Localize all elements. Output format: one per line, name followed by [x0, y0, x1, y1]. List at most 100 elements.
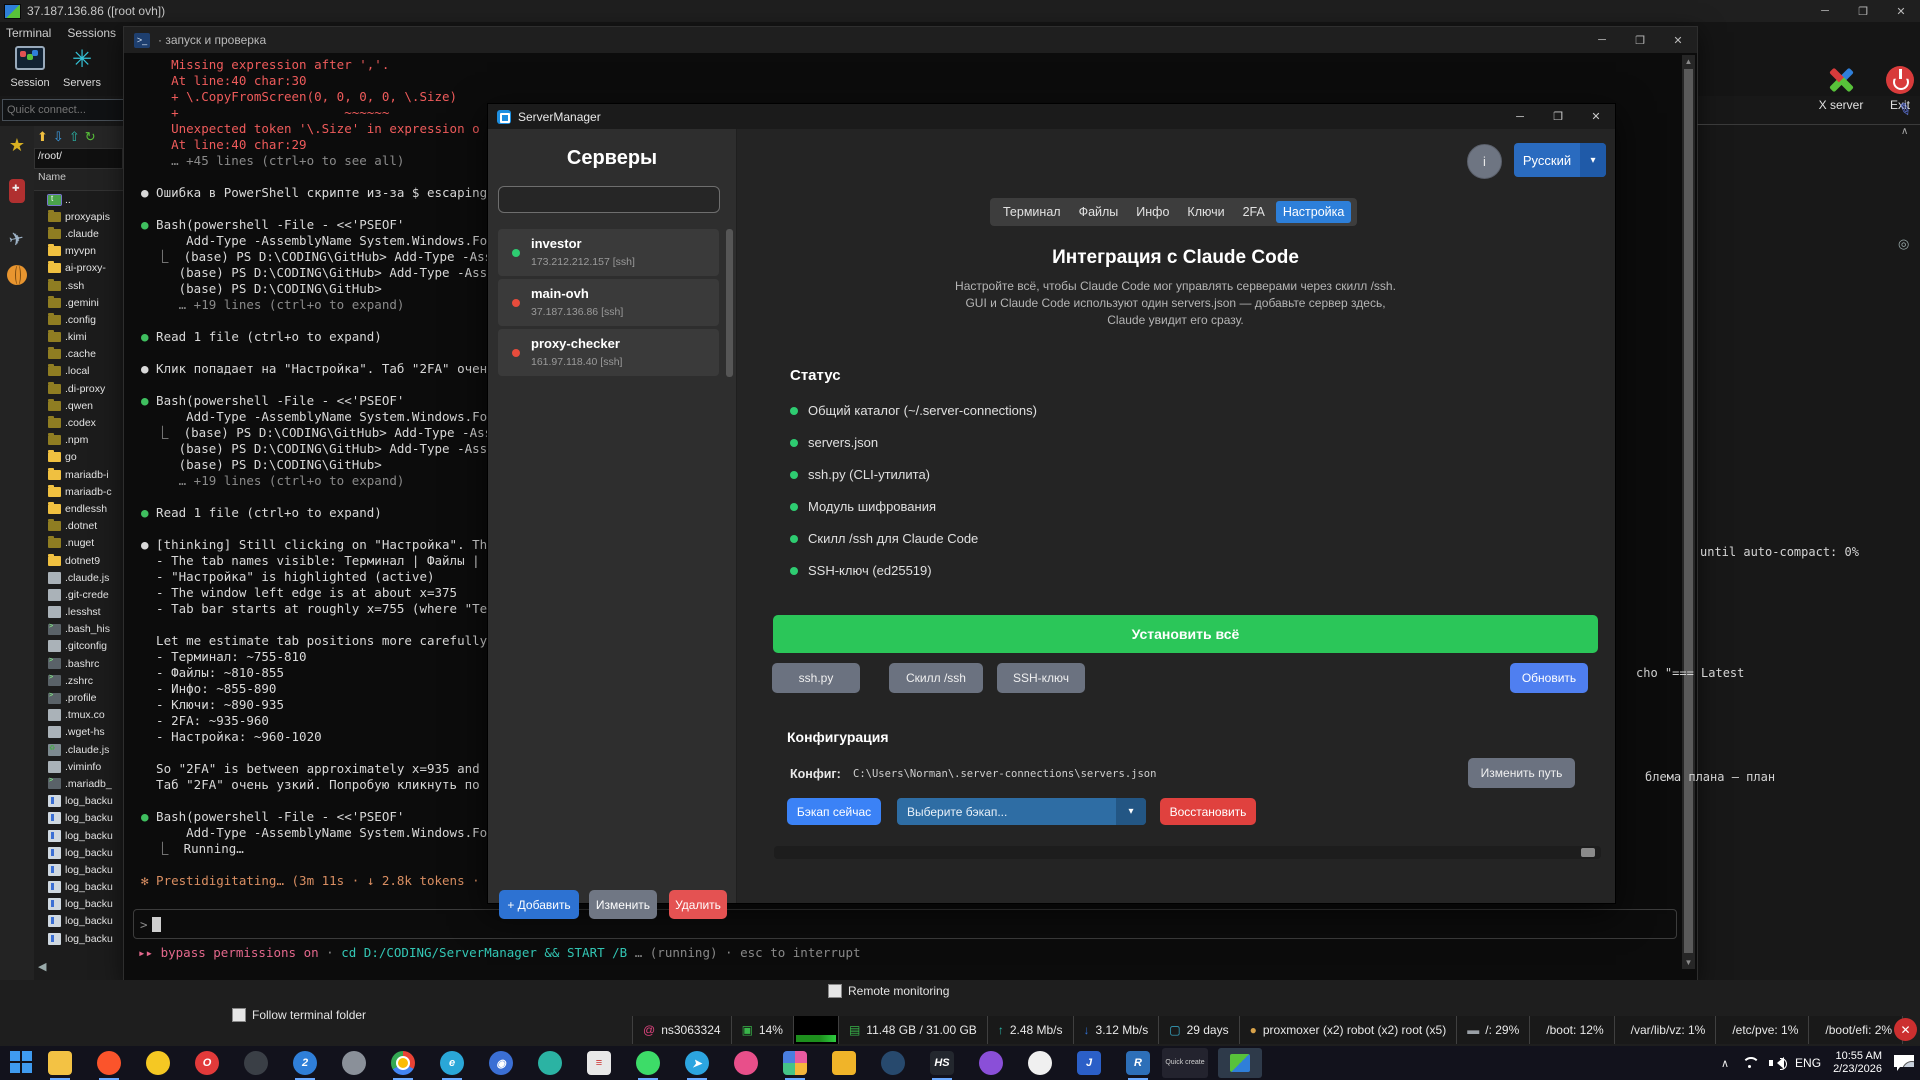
info-button[interactable]: i — [1467, 144, 1502, 179]
refresh-button[interactable]: Обновить — [1510, 663, 1588, 693]
component-chip-button[interactable]: Скилл /ssh — [889, 663, 983, 693]
restore-button[interactable]: Восстановить — [1160, 798, 1256, 825]
file-row[interactable]: endlessh — [34, 500, 123, 517]
taskbar-app-icon[interactable]: O — [195, 1051, 219, 1075]
file-row[interactable]: .bash_his — [34, 621, 123, 638]
start-button[interactable] — [10, 1051, 34, 1075]
scroll-left-icon[interactable]: ◀ — [38, 960, 46, 973]
file-row[interactable]: .dotnet — [34, 518, 123, 535]
taskbar-app-icon[interactable] — [48, 1051, 72, 1075]
file-row[interactable]: go — [34, 449, 123, 466]
tab[interactable]: Ключи — [1180, 201, 1231, 223]
file-row[interactable]: proxyapis — [34, 208, 123, 225]
chevron-down-icon[interactable]: ▾ — [1116, 798, 1146, 825]
send-plane-icon[interactable]: ✈ — [4, 226, 30, 252]
minimize-icon[interactable]: ─ — [1501, 104, 1539, 129]
language-selector[interactable]: Русский ▾ — [1514, 143, 1606, 177]
folder-up-icon[interactable]: ⬆ — [37, 129, 48, 145]
maximize-icon[interactable]: ❐ — [1621, 27, 1659, 53]
terminal-titlebar[interactable]: >_ · запуск и проверка ─ ❐ ✕ — [124, 27, 1697, 53]
file-row[interactable]: .di-proxy — [34, 380, 123, 397]
minimize-icon[interactable]: ─ — [1806, 0, 1844, 22]
globe-icon[interactable] — [4, 262, 30, 288]
file-row[interactable]: .qwen — [34, 397, 123, 414]
file-row[interactable]: myvpn — [34, 243, 123, 260]
server-card[interactable]: proxy-checker 161.97.118.40 [ssh] — [498, 329, 719, 376]
file-row[interactable]: ai-proxy- — [34, 260, 123, 277]
statusbar-close-icon[interactable]: ✕ — [1894, 1018, 1917, 1041]
file-row[interactable]: .cache — [34, 346, 123, 363]
component-chip-button[interactable]: ssh.py — [772, 663, 860, 693]
file-row[interactable]: .local — [34, 363, 123, 380]
taskbar-app-icon[interactable] — [636, 1051, 660, 1075]
x-server-button[interactable]: X server — [1815, 66, 1867, 112]
taskbar-app-icon[interactable] — [146, 1051, 170, 1075]
file-row[interactable]: .ssh — [34, 277, 123, 294]
file-row[interactable]: log_backu — [34, 930, 123, 947]
file-row[interactable]: .claude.js — [34, 741, 123, 758]
close-icon[interactable]: ✕ — [1659, 27, 1697, 53]
file-row[interactable]: log_backu — [34, 810, 123, 827]
file-row[interactable]: log_backu — [34, 827, 123, 844]
file-row[interactable]: log_backu — [34, 879, 123, 896]
server-list-scrollbar[interactable] — [726, 229, 733, 377]
edit-server-button[interactable]: Изменить — [589, 890, 657, 919]
file-column-header[interactable]: Name — [34, 169, 123, 191]
taskbar-app-icon[interactable]: J — [1077, 1051, 1101, 1075]
taskbar-app-icon[interactable] — [832, 1051, 856, 1075]
quick-create-tile[interactable]: Quick create — [1162, 1048, 1208, 1078]
menu-item[interactable]: Terminal — [6, 26, 51, 40]
taskbar-app-icon[interactable] — [342, 1051, 366, 1075]
file-row[interactable]: .. — [34, 191, 123, 208]
taskbar-app-icon[interactable]: ◉ — [489, 1051, 513, 1075]
taskbar-app-icon[interactable] — [391, 1051, 415, 1075]
file-row[interactable]: .claude — [34, 225, 123, 242]
remote-monitoring-checkbox[interactable]: Remote monitoring — [828, 984, 949, 998]
scroll-up-icon[interactable]: ▲ — [1682, 55, 1695, 68]
scrollbar-thumb[interactable] — [1581, 848, 1595, 857]
menu-item[interactable]: Sessions — [67, 26, 116, 40]
file-row[interactable]: .tmux.co — [34, 707, 123, 724]
servermanager-titlebar[interactable]: ServerManager ─ ❐ ✕ — [488, 104, 1615, 129]
tab[interactable]: Настройка — [1276, 201, 1352, 223]
file-row[interactable]: .profile — [34, 689, 123, 706]
file-row[interactable]: .git-crede — [34, 586, 123, 603]
path-field[interactable]: /root/ — [34, 148, 123, 169]
file-row[interactable]: .config — [34, 311, 123, 328]
file-row[interactable]: .zshrc — [34, 672, 123, 689]
checkbox-icon[interactable] — [828, 984, 842, 998]
scrollbar-thumb[interactable] — [1684, 69, 1693, 953]
taskbar-app-icon[interactable]: ➤ — [685, 1051, 709, 1075]
favorites-star-icon[interactable]: ★ — [4, 132, 30, 158]
horizontal-scrollbar[interactable] — [774, 846, 1601, 859]
file-row[interactable]: .viminfo — [34, 758, 123, 775]
file-row[interactable]: log_backu — [34, 896, 123, 913]
volume-icon[interactable] — [1769, 1057, 1783, 1069]
close-icon[interactable]: ✕ — [1577, 104, 1615, 129]
notifications-icon[interactable]: 32 — [1894, 1055, 1914, 1071]
file-row[interactable]: log_backu — [34, 861, 123, 878]
taskbar-app-icon[interactable] — [538, 1051, 562, 1075]
backup-select[interactable]: Выберите бэкап... ▾ — [897, 798, 1146, 825]
file-row[interactable]: mariadb-i — [34, 466, 123, 483]
backup-now-button[interactable]: Бэкап сейчас — [787, 798, 881, 825]
taskbar-app-icon[interactable] — [1028, 1051, 1052, 1075]
taskbar-app-icon[interactable]: ≡ — [587, 1051, 611, 1075]
active-app-tile[interactable] — [1218, 1048, 1262, 1078]
maximize-icon[interactable]: ❐ — [1844, 0, 1882, 22]
chevron-down-icon[interactable]: ▾ — [1580, 143, 1606, 177]
install-all-button[interactable]: Установить всё — [773, 615, 1598, 653]
server-card[interactable]: investor 173.212.212.157 [ssh] — [498, 229, 719, 276]
terminal-input[interactable]: > — [133, 909, 1677, 939]
taskbar-app-icon[interactable] — [881, 1051, 905, 1075]
file-row[interactable]: log_backu — [34, 913, 123, 930]
refresh-icon[interactable]: ↻ — [85, 129, 96, 145]
file-row[interactable]: dotnet9 — [34, 552, 123, 569]
maximize-icon[interactable]: ❐ — [1539, 104, 1577, 129]
servers-button[interactable]: ✳ Servers — [56, 46, 108, 89]
file-row[interactable]: .gemini — [34, 294, 123, 311]
minimize-icon[interactable]: ─ — [1583, 27, 1621, 53]
taskbar-app-icon[interactable] — [97, 1051, 121, 1075]
file-row[interactable]: mariadb-c — [34, 483, 123, 500]
tab[interactable]: Файлы — [1072, 201, 1126, 223]
